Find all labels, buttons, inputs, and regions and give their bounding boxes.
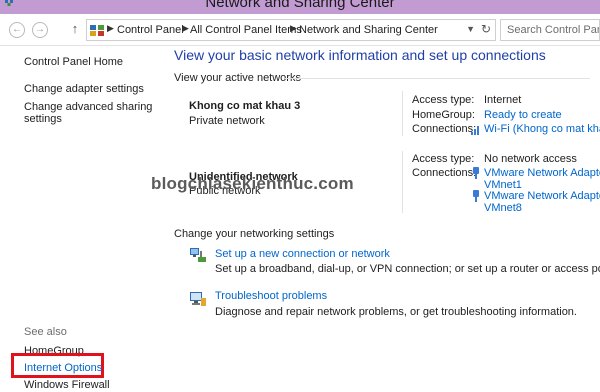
divider <box>402 151 403 213</box>
vmnet1-connection-link[interactable]: VMware Network Adapter <box>484 167 600 179</box>
section-divider <box>285 78 590 79</box>
sidebar-item-control-panel-home[interactable]: Control Panel Home <box>24 56 123 68</box>
up-button[interactable]: ↑ <box>68 20 82 38</box>
breadcrumb-item-all-items[interactable]: All Control Panel Items <box>190 24 302 36</box>
sidebar-item-internet-options[interactable]: Internet Options <box>24 362 102 374</box>
wifi-signal-icon <box>471 126 479 135</box>
troubleshoot-link[interactable]: Troubleshoot problems <box>215 290 327 302</box>
sidebar: Control Panel Home Change adapter settin… <box>0 47 165 392</box>
sidebar-item-change-advanced-sharing[interactable]: Change advanced sharing settings <box>24 101 154 125</box>
change-settings-label: Change your networking settings <box>174 228 335 240</box>
setup-connection-link[interactable]: Set up a new connection or network <box>215 248 390 260</box>
back-button[interactable]: ← <box>9 22 25 38</box>
up-arrow-icon: ↑ <box>71 21 79 36</box>
search-input[interactable] <box>507 21 599 39</box>
main-content: View your basic network information and … <box>165 47 600 392</box>
access-type-value: No network access <box>484 153 577 165</box>
network-type-link[interactable]: Private network <box>189 115 265 127</box>
vmnet8-connection-link[interactable]: VMnet8 <box>484 202 522 214</box>
breadcrumb-separator-icon[interactable]: ▶ <box>290 23 297 34</box>
sidebar-item-windows-firewall[interactable]: Windows Firewall <box>24 379 110 391</box>
forward-arrow-icon: → <box>35 24 45 35</box>
homegroup-link[interactable]: Ready to create <box>484 109 562 121</box>
access-type-value: Internet <box>484 94 522 106</box>
vmnet8-connection-link[interactable]: VMware Network Adapter <box>484 190 600 202</box>
ethernet-adapter-icon <box>473 167 479 179</box>
search-box[interactable] <box>500 19 600 41</box>
chevron-down-icon[interactable]: ▼ <box>466 24 475 34</box>
ethernet-adapter-icon <box>473 190 479 202</box>
window-titlebar[interactable]: Network and Sharing Center <box>0 0 600 14</box>
breadcrumb-item-network-sharing[interactable]: Network and Sharing Center <box>299 24 438 36</box>
breadcrumb-separator-icon: ▶ <box>107 23 114 33</box>
active-networks-label: View your active networks <box>174 72 301 84</box>
forward-button[interactable]: → <box>32 22 48 38</box>
access-type-label: Access type: <box>412 153 475 165</box>
control-panel-icon <box>90 25 104 36</box>
access-type-label: Access type: <box>412 94 475 106</box>
troubleshoot-description: Diagnose and repair network problems, or… <box>215 306 577 318</box>
connections-label: Connections: <box>412 167 477 179</box>
network-setup-icon <box>190 248 206 262</box>
homegroup-label: HomeGroup: <box>412 109 475 121</box>
breadcrumb-separator-icon[interactable]: ▶ <box>182 23 189 34</box>
breadcrumb[interactable]: ▶ Control Panel ▶ All Control Panel Item… <box>86 19 496 41</box>
window-title: Network and Sharing Center <box>205 0 395 11</box>
connections-label: Connections: <box>412 123 477 135</box>
watermark-text: blogchiasekienthuc.com <box>151 174 354 193</box>
back-arrow-icon: ← <box>12 24 22 35</box>
sidebar-item-change-adapter-settings[interactable]: Change adapter settings <box>24 83 144 95</box>
troubleshoot-icon <box>190 292 206 306</box>
wifi-connection-link[interactable]: Wi-Fi (Khong co mat khau) <box>484 123 600 135</box>
see-also-label: See also <box>24 326 67 338</box>
breadcrumb-item-control-panel[interactable]: Control Panel <box>117 24 184 36</box>
divider <box>402 91 403 136</box>
setup-connection-description: Set up a broadband, dial-up, or VPN conn… <box>215 263 600 275</box>
address-toolbar: ← → ↑ ▶ Control Panel ▶ All Control Pane… <box>0 14 600 46</box>
network-name: Khong co mat khau 3 <box>189 100 301 112</box>
refresh-icon[interactable]: ↻ <box>481 22 491 36</box>
page-title: View your basic network information and … <box>174 47 546 63</box>
